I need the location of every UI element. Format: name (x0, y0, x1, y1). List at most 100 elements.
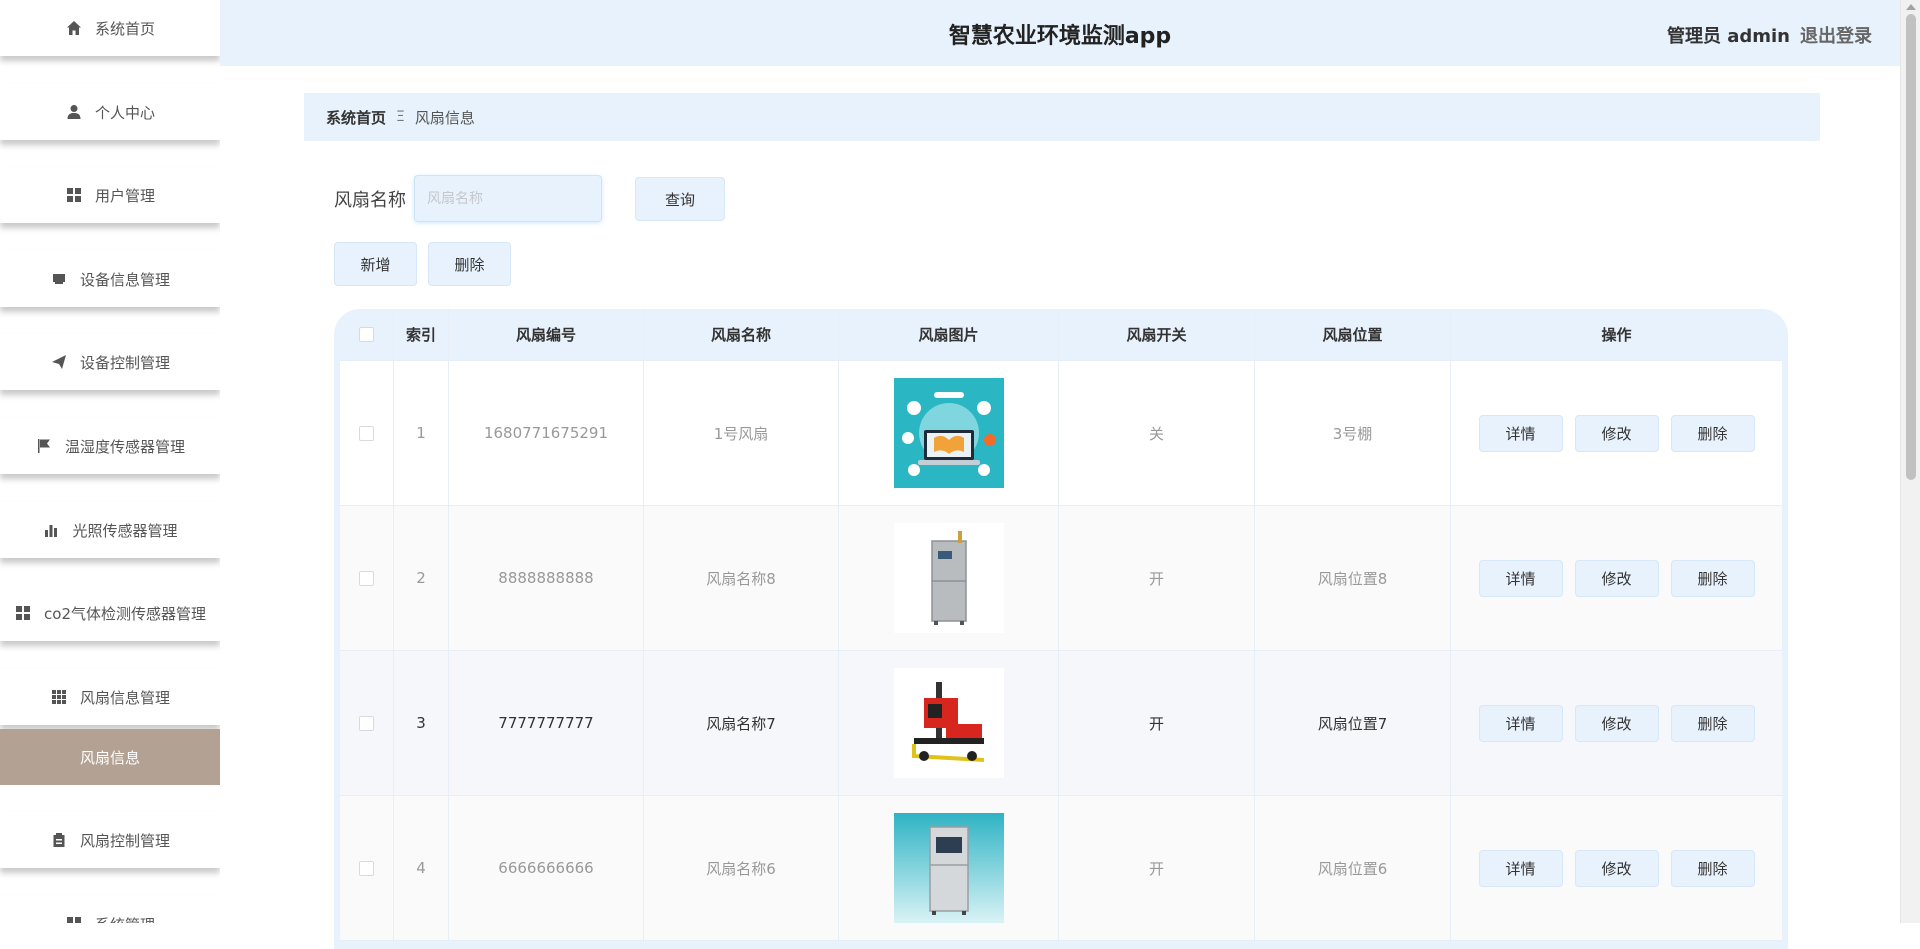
row-number: 8888888888 (449, 506, 644, 651)
table-header-row: 索引 风扇编号 风扇名称 风扇图片 风扇开关 风扇位置 操作 (340, 309, 1782, 361)
detail-button[interactable]: 详情 (1478, 414, 1563, 452)
home-icon (65, 19, 83, 37)
add-button[interactable]: 新增 (334, 242, 417, 286)
row-name: 风扇名称7 (644, 651, 839, 796)
delete-button[interactable]: 删除 (1670, 414, 1755, 452)
app-title: 智慧农业环境监测app (948, 24, 1172, 49)
sidebar-item-device-control[interactable]: 设备控制管理 (0, 334, 220, 390)
breadcrumb-current: 风扇信息 (414, 108, 475, 127)
row-position: 风扇位置8 (1255, 506, 1451, 651)
logout-link[interactable]: 退出登录 (1800, 22, 1872, 48)
header-user-area: 管理员 admin 退出登录 (1667, 22, 1872, 48)
edit-button[interactable]: 修改 (1574, 704, 1659, 742)
sidebar-item-device-info[interactable]: 设备信息管理 (0, 251, 220, 307)
row-image-cell (839, 796, 1059, 941)
row-checkbox[interactable] (359, 860, 374, 876)
row-checkbox[interactable] (359, 715, 374, 731)
row-checkbox[interactable] (359, 570, 374, 586)
grid-icon (65, 915, 83, 923)
scroll-up-arrow-icon[interactable] (1906, 4, 1916, 10)
row-operations: 详情 修改 删除 (1451, 361, 1782, 506)
grid-icon (65, 186, 83, 204)
sidebar-item-co2-sensor[interactable]: co2气体检测传感器管理 (0, 585, 220, 641)
row-number: 1680771675291 (449, 361, 644, 506)
table-row: 2 8888888888 风扇名称8 开 风扇位置8 详情 修改 删除 (340, 506, 1782, 651)
search-input[interactable] (414, 175, 602, 222)
row-number: 7777777777 (449, 651, 644, 796)
header-switch: 风扇开关 (1059, 309, 1255, 361)
delete-button[interactable]: 删除 (1670, 849, 1755, 887)
sidebar-item-label: 设备控制管理 (79, 353, 170, 372)
edit-button[interactable]: 修改 (1574, 849, 1659, 887)
sidebar-item-label: 个人中心 (94, 103, 155, 122)
sidebar-item-fan-control[interactable]: 风扇控制管理 (0, 812, 220, 868)
online-education-image (893, 378, 1004, 488)
row-image-cell (839, 651, 1059, 796)
row-operations: 详情 修改 删除 (1451, 796, 1782, 941)
row-operations: 详情 修改 删除 (1451, 651, 1782, 796)
admin-label: 管理员 admin (1666, 26, 1790, 47)
row-index: 1 (394, 361, 449, 506)
detail-button[interactable]: 详情 (1478, 559, 1563, 597)
header-index: 索引 (394, 309, 449, 361)
detail-button[interactable]: 详情 (1478, 849, 1563, 887)
row-index: 2 (394, 506, 449, 651)
row-switch: 开 (1059, 506, 1255, 651)
row-checkbox-cell (340, 796, 394, 941)
row-index: 3 (394, 651, 449, 796)
sidebar-subitem-label: 风扇信息 (79, 748, 140, 767)
bar-chart-icon (42, 521, 60, 539)
sidebar-item-label: 风扇信息管理 (79, 688, 170, 707)
header-operations: 操作 (1451, 309, 1782, 361)
row-switch: 开 (1059, 796, 1255, 941)
red-forklift-image (893, 668, 1004, 778)
row-number: 6666666666 (449, 796, 644, 941)
fan-table-container: 索引 风扇编号 风扇名称 风扇图片 风扇开关 风扇位置 操作 1 1680771… (334, 309, 1788, 949)
sidebar-item-fan-info[interactable]: 风扇信息管理 (0, 669, 220, 725)
table-row: 3 7777777777 风扇名称7 开 风扇位置7 详情 修改 删除 (340, 651, 1782, 796)
edit-button[interactable]: 修改 (1574, 414, 1659, 452)
row-checkbox-cell (340, 651, 394, 796)
sidebar-subitem-fan-info[interactable]: 风扇信息 (0, 729, 220, 785)
sidebar-item-home[interactable]: 系统首页 (0, 0, 220, 56)
delete-button[interactable]: 删除 (1670, 559, 1755, 597)
row-index: 4 (394, 796, 449, 941)
sidebar-item-label: 系统管理 (95, 914, 155, 924)
scroll-thumb[interactable] (1906, 14, 1916, 480)
row-position: 风扇位置6 (1255, 796, 1451, 941)
sidebar-item-light-sensor[interactable]: 光照传感器管理 (0, 502, 220, 558)
breadcrumb-separator-icon: Ξ (396, 109, 405, 125)
grid-icon (14, 604, 32, 622)
breadcrumb-home[interactable]: 系统首页 (326, 107, 386, 128)
sidebar-item-users[interactable]: 用户管理 (0, 167, 220, 223)
user-icon (65, 103, 83, 121)
sidebar-item-label: 温湿度传感器管理 (64, 437, 185, 456)
detail-button[interactable]: 详情 (1478, 704, 1563, 742)
sidebar-item-label: co2气体检测传感器管理 (44, 604, 206, 623)
gray-cabinet-image (893, 523, 1004, 633)
row-checkbox-cell (340, 506, 394, 651)
row-name: 风扇名称8 (644, 506, 839, 651)
page-scrollbar[interactable] (1900, 0, 1920, 923)
analyzer-cabinet-image (893, 813, 1004, 923)
sidebar-item-label: 风扇控制管理 (79, 831, 170, 850)
sidebar-item-temp-sensor[interactable]: 温湿度传感器管理 (0, 418, 220, 474)
sidebar-item-system[interactable]: 系统管理 (0, 896, 220, 923)
table-row: 4 6666666666 风扇名称6 开 风扇位置6 详情 修改 删除 (340, 796, 1782, 941)
breadcrumb: 系统首页 Ξ 风扇信息 (304, 93, 1820, 141)
sidebar-item-label: 用户管理 (94, 186, 155, 205)
select-all-checkbox[interactable] (359, 327, 374, 342)
query-button[interactable]: 查询 (635, 177, 725, 221)
top-header: 智慧农业环境监测app 管理员 admin 退出登录 (220, 0, 1900, 66)
row-switch: 关 (1059, 361, 1255, 506)
row-name: 风扇名称6 (644, 796, 839, 941)
row-checkbox[interactable] (359, 425, 374, 441)
sidebar-item-profile[interactable]: 个人中心 (0, 84, 220, 140)
row-position: 风扇位置7 (1255, 651, 1451, 796)
batch-delete-button[interactable]: 删除 (428, 242, 511, 286)
edit-button[interactable]: 修改 (1574, 559, 1659, 597)
row-name: 1号风扇 (644, 361, 839, 506)
sidebar: 系统首页 个人中心 用户管理 设备信息管理 设备控制管理 温湿度传感器管理 光照… (0, 0, 220, 923)
apps-icon (50, 688, 68, 706)
delete-button[interactable]: 删除 (1670, 704, 1755, 742)
